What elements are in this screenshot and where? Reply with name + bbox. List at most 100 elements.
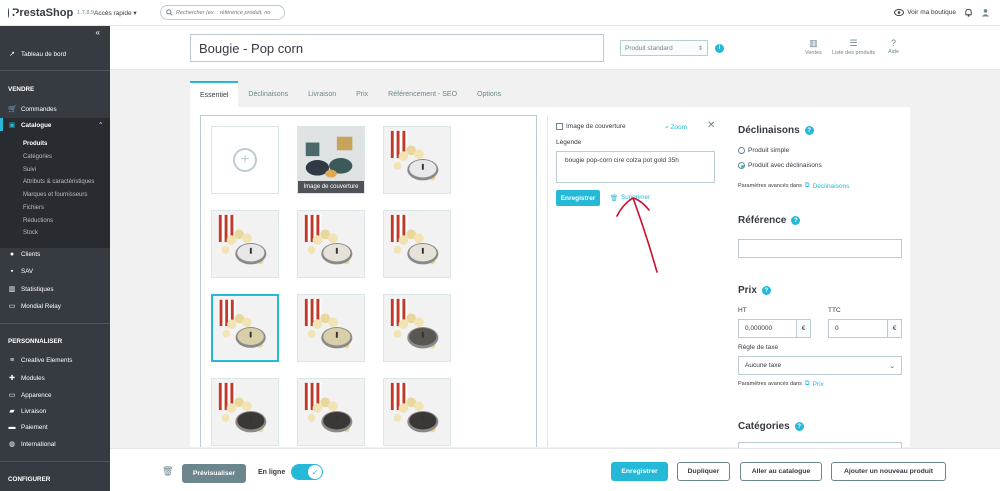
product-image-thumb[interactable] (211, 294, 279, 362)
external-link-icon[interactable]: ⧉ (805, 380, 810, 388)
product-image-thumb[interactable] (383, 210, 451, 278)
tab-pricing[interactable]: Prix (346, 81, 378, 107)
help-icon[interactable]: ? (791, 216, 801, 225)
radio-button[interactable] (738, 162, 745, 169)
online-toggle[interactable]: ✓ (291, 464, 323, 480)
info-icon[interactable]: i (715, 44, 724, 53)
submenu-attributes[interactable]: Attributs & caractéristiques (23, 179, 94, 185)
radio-button[interactable] (738, 147, 745, 154)
submenu-files[interactable]: Fichiers (23, 205, 44, 211)
go-to-catalog-button[interactable]: Aller au catalogue (740, 462, 822, 481)
radio-product-with-combinations[interactable]: Produit avec déclinaisons (738, 162, 822, 169)
tab-shipping[interactable]: Livraison (298, 81, 346, 107)
sidebar-item-international[interactable]: ◍ International (8, 440, 56, 449)
sidebar-item-label: Livraison (21, 407, 47, 415)
sidebar-item-stats[interactable]: ▥ Statistiques (8, 285, 54, 294)
sidebar-item-catalog-label[interactable]: ▣ Catalogue ⌃ (8, 121, 104, 130)
help-icon[interactable]: ? (794, 422, 804, 431)
sidebar-item-payment[interactable]: ▬ Paiement (8, 424, 48, 431)
user-icon[interactable] (981, 8, 990, 17)
sidebar-item-creative-elements[interactable]: ≡ Creative Elements (8, 357, 73, 364)
submenu-monitoring[interactable]: Suivi (23, 167, 36, 173)
submenu-categories[interactable]: Catégories (23, 154, 52, 160)
product-image-thumb[interactable] (297, 210, 365, 278)
product-image-thumb[interactable] (383, 294, 451, 362)
product-type-select[interactable]: Produit standard (620, 40, 708, 56)
radio-simple-product[interactable]: Produit simple (738, 147, 789, 154)
price-link[interactable]: Prix (813, 381, 824, 388)
product-image-thumb[interactable] (211, 378, 279, 446)
advanced-params-combinations: Paramètres avancés dans ⧉ Déclinaisons (738, 182, 849, 190)
submenu-stock[interactable]: Stock (23, 230, 38, 236)
sidebar: « ↗ Tableau de bord VENDRE 🛒 Commandes ▣… (0, 26, 110, 491)
ttc-label: TTC (828, 307, 841, 314)
delete-image-link[interactable]: 🗑 Supprimer (610, 194, 650, 202)
sidebar-item-mondial-relay[interactable]: ▭ Mondial Relay (8, 302, 61, 311)
sidebar-item-label: Statistiques (21, 285, 54, 293)
reference-input[interactable] (738, 239, 902, 258)
product-image-thumb[interactable] (211, 210, 279, 278)
sidebar-item-sav[interactable]: ▪ SAV (8, 268, 33, 275)
help-icon[interactable]: ? (761, 286, 771, 295)
product-image-thumb[interactable] (297, 378, 365, 446)
collapse-sidebar-icon[interactable]: « (96, 28, 100, 37)
product-image-thumb[interactable] (383, 126, 451, 194)
tab-combinations[interactable]: Déclinaisons (238, 81, 298, 107)
product-image-thumb[interactable] (383, 378, 451, 446)
close-icon[interactable]: ✕ (707, 120, 715, 131)
search-box[interactable] (160, 5, 285, 20)
price-ht-input[interactable]: 0,000000 € (738, 319, 811, 338)
globe-icon: ◍ (8, 441, 16, 448)
add-image-button[interactable]: + (211, 126, 279, 194)
store-icon: ▣ (8, 122, 16, 129)
price-ttc-input[interactable]: 0 € (828, 319, 902, 338)
sidebar-item-label: Tableau de bord (21, 50, 67, 58)
product-image-thumb[interactable] (297, 294, 365, 362)
check-icon: ✓ (308, 465, 322, 479)
submenu-products[interactable]: Produits (23, 141, 47, 147)
heading-text: Déclinaisons (738, 125, 800, 136)
sidebar-item-appearance[interactable]: ▭ Apparence (8, 391, 52, 400)
sidebar-item-orders[interactable]: 🛒 Commandes (8, 105, 57, 114)
save-button[interactable]: Enregistrer (611, 462, 668, 481)
submenu-discounts[interactable]: Réductions (23, 218, 53, 224)
tab-seo[interactable]: Référencement - SEO (378, 81, 467, 107)
zoom-link[interactable]: ⌕ Zoom (665, 124, 687, 132)
product-list-button[interactable]: ☰ Liste des produits (832, 38, 875, 56)
combinations-link[interactable]: Déclinaisons (813, 183, 850, 190)
help-icon[interactable]: ? (804, 126, 814, 135)
sidebar-item-dashboard[interactable]: ↗ Tableau de bord (8, 50, 67, 59)
save-image-button[interactable]: Enregistrer (556, 190, 600, 206)
prestashop-logo-icon (8, 7, 17, 18)
tab-essentials[interactable]: Essentiel (190, 81, 239, 107)
cover-image-checkbox[interactable]: Image de couverture (556, 123, 626, 130)
quick-access-dropdown[interactable]: Accès rapide (94, 9, 160, 17)
checkbox[interactable] (556, 123, 563, 130)
product-header: Bougie - Pop corn Produit standard i ▥ V… (110, 26, 1000, 70)
chat-icon: ▪ (10, 268, 14, 275)
prestashop-logo[interactable]: PrestaShop 1.7.8.9 (8, 7, 94, 19)
product-name-input[interactable]: Bougie - Pop corn (190, 34, 604, 62)
legend-textarea[interactable] (556, 151, 715, 183)
add-new-product-button[interactable]: Ajouter un nouveau produit (831, 462, 946, 481)
duplicate-button[interactable]: Dupliquer (677, 462, 730, 481)
tab-options[interactable]: Options (467, 81, 511, 107)
tax-rule-select[interactable]: Aucune taxe ⌄ (738, 356, 902, 375)
product-image-thumb[interactable]: Image de couverture (297, 126, 365, 194)
help-button[interactable]: ? Aide (888, 38, 899, 55)
sidebar-item-modules[interactable]: ✚ Modules (8, 374, 45, 383)
bell-icon[interactable] (964, 8, 973, 17)
card-icon: ▬ (8, 424, 16, 431)
search-input[interactable] (176, 9, 281, 16)
view-shop-link[interactable]: Voir ma boutique (894, 9, 956, 16)
sidebar-item-customers[interactable]: ● Clients (8, 251, 40, 258)
preview-button[interactable]: Prévisualiser (182, 464, 246, 483)
external-link-icon[interactable]: ⧉ (805, 182, 810, 190)
sidebar-item-shipping[interactable]: ▰ Livraison (8, 407, 47, 416)
sidebar-item-label: Clients (21, 251, 41, 258)
radio-label: Produit simple (748, 147, 790, 154)
view-shop-label: Voir ma boutique (907, 9, 956, 16)
sales-button[interactable]: ▥ Ventes (805, 38, 822, 56)
trash-icon[interactable]: 🗑 (162, 466, 173, 477)
submenu-brands[interactable]: Marques et fournisseurs (23, 192, 87, 198)
